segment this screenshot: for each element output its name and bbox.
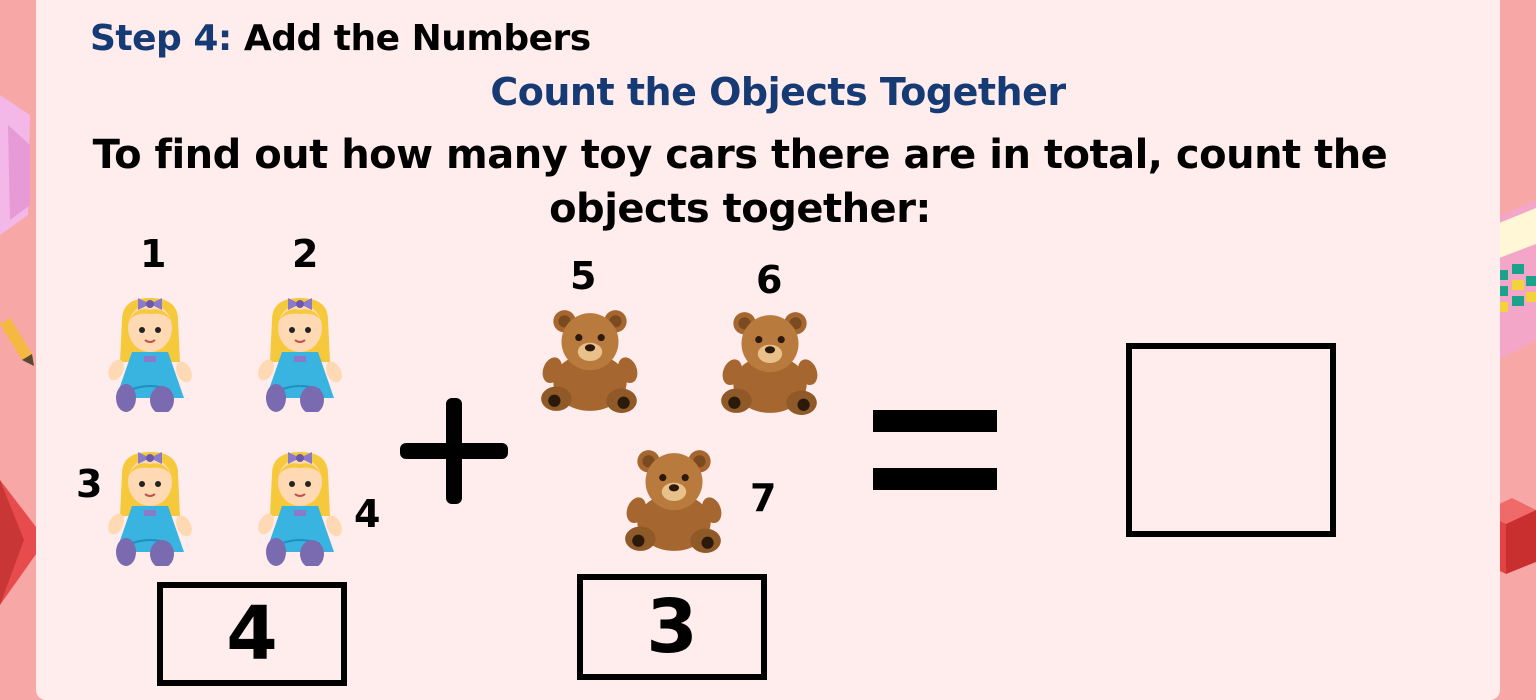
plus-icon [400,398,508,504]
bear-label-5: 5 [570,254,597,298]
step-label: Step 4: [90,18,232,59]
doll-label-4: 4 [354,492,381,536]
doll-icon [250,442,350,566]
step-text: Add the Numbers [231,18,591,59]
bear-label-7: 7 [750,476,777,520]
instruction-text: To find out how many toy cars there are … [92,132,1388,232]
step-heading: Step 4: Add the Numbers [90,18,591,59]
teddy-bear-icon [534,300,646,418]
bear-count-box: 3 [577,574,767,680]
doll-count-box: 4 [157,582,347,686]
doll-icon [250,288,350,412]
pencil-icon [0,318,36,366]
subtitle: Count the Objects Together [490,70,1066,114]
equals-icon [873,410,997,490]
doll-label-2: 2 [292,232,319,276]
doll-icon [100,288,200,412]
pink-crystal-decoration [0,95,34,235]
bear-label-6: 6 [756,258,783,302]
teddy-bear-icon [618,440,730,558]
doll-label-3: 3 [76,462,103,506]
teddy-bear-icon [714,302,826,420]
answer-box[interactable] [1126,343,1336,537]
doll-icon [100,442,200,566]
doll-label-1: 1 [140,232,167,276]
